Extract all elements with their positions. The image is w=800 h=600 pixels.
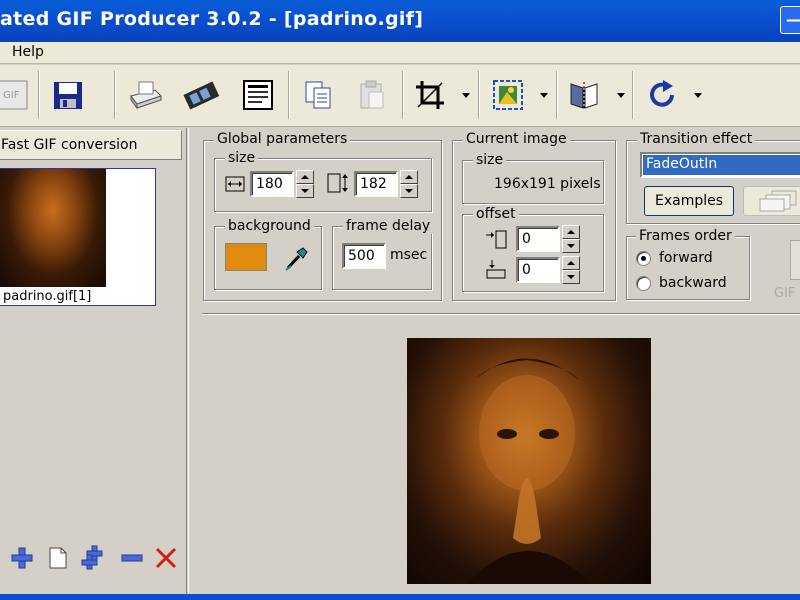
delete-frame-icon[interactable] <box>152 544 180 572</box>
current-size-label: size <box>473 152 507 168</box>
width-input[interactable]: 180 <box>250 171 294 197</box>
transition-effect-select[interactable]: FadeOutIn <box>640 152 800 178</box>
width-icon <box>224 174 246 198</box>
width-value: 180 <box>256 176 283 192</box>
crop-icon[interactable] <box>410 75 450 115</box>
offset-y-input[interactable]: 0 <box>516 257 560 283</box>
gif-label: GIF <box>774 286 796 301</box>
toolbar-separator <box>114 71 116 119</box>
offset-x-icon <box>484 228 508 254</box>
offset-y-stepper[interactable] <box>562 256 580 284</box>
toolbar-separator <box>288 71 290 119</box>
current-size-value: 196x191 pixels <box>494 176 601 192</box>
gif-button[interactable] <box>790 240 800 280</box>
resize-icon[interactable] <box>488 75 528 115</box>
offset-x-stepper[interactable] <box>562 225 580 253</box>
resize-dropdown-arrow[interactable] <box>540 93 548 99</box>
height-stepper[interactable] <box>400 170 418 198</box>
menu-help[interactable]: Help <box>12 44 44 60</box>
forward-radio[interactable] <box>636 251 651 266</box>
flip-icon[interactable] <box>564 75 604 115</box>
preview-divider <box>202 313 800 315</box>
offset-label: offset <box>473 206 519 222</box>
backward-radio[interactable] <box>636 276 651 291</box>
paste-icon[interactable] <box>352 75 392 115</box>
eyedropper-icon[interactable] <box>283 244 309 276</box>
frame-delay-label: frame delay <box>343 218 434 234</box>
toolbar-separator <box>402 71 404 119</box>
remove-frame-icon[interactable] <box>118 544 146 572</box>
pane-splitter[interactable] <box>186 128 189 600</box>
print-icon[interactable] <box>124 75 164 115</box>
offset-y-value: 0 <box>522 262 531 278</box>
toolbar-separator <box>478 71 480 119</box>
frame-thumbnail-image <box>0 169 106 287</box>
gif-icon[interactable]: GIF <box>0 75 32 115</box>
frames-order-title: Frames order <box>636 228 735 244</box>
frame-thumbnail[interactable]: padrino.gif[1] <box>0 168 156 306</box>
rotate-icon[interactable] <box>642 75 682 115</box>
flip-dropdown-arrow[interactable] <box>617 93 625 99</box>
window-title: ated GIF Producer 3.0.2 - [padrino.gif] <box>0 8 424 30</box>
fast-gif-conversion-button[interactable]: Fast GIF conversion <box>0 130 182 160</box>
frame-delay-value: 500 <box>348 248 375 264</box>
toolbar-separator <box>38 71 40 119</box>
crop-dropdown-arrow[interactable] <box>462 93 470 99</box>
svg-text:GIF: GIF <box>3 90 20 101</box>
transition-preview-button[interactable] <box>743 186 800 216</box>
backward-label[interactable]: backward <box>659 275 727 291</box>
height-icon <box>326 172 350 198</box>
menu-bar: Help <box>0 42 800 64</box>
offset-x-value: 0 <box>522 231 531 247</box>
examples-button[interactable]: Examples <box>644 186 734 216</box>
frame-delay-unit: msec <box>390 247 428 263</box>
frame-caption: padrino.gif[1] <box>3 289 92 304</box>
global-parameters-title: Global parameters <box>214 131 351 147</box>
new-frame-icon[interactable] <box>44 544 72 572</box>
film-icon[interactable] <box>180 75 220 115</box>
transition-effect-selected: FadeOutIn <box>642 154 800 176</box>
height-input[interactable]: 182 <box>354 171 398 197</box>
add-frame-icon[interactable] <box>8 544 36 572</box>
toolbar-separator <box>632 71 634 119</box>
height-value: 182 <box>360 176 387 192</box>
offset-x-input[interactable]: 0 <box>516 226 560 252</box>
toolbar: GIF <box>0 65 800 165</box>
frame-preview-image <box>407 338 651 584</box>
offset-y-icon <box>484 258 508 284</box>
frame-delay-input[interactable]: 500 <box>342 243 386 269</box>
background-label: background <box>225 218 314 234</box>
title-bar[interactable]: ated GIF Producer 3.0.2 - [padrino.gif] … <box>0 0 800 42</box>
background-color-swatch[interactable] <box>225 243 267 271</box>
copy-icon[interactable] <box>298 75 338 115</box>
current-image-title: Current image <box>463 131 570 147</box>
document-icon[interactable] <box>238 75 278 115</box>
global-size-label: size <box>225 150 259 166</box>
window-bottom-border <box>0 594 800 600</box>
toolbar-separator <box>556 71 558 119</box>
insert-frames-icon[interactable] <box>80 544 108 572</box>
forward-label[interactable]: forward <box>659 250 713 266</box>
save-icon[interactable] <box>48 75 88 115</box>
width-stepper[interactable] <box>296 170 314 198</box>
transition-effect-title: Transition effect <box>637 131 756 147</box>
minimize-button[interactable]: — <box>780 6 800 34</box>
rotate-dropdown-arrow[interactable] <box>694 93 702 99</box>
